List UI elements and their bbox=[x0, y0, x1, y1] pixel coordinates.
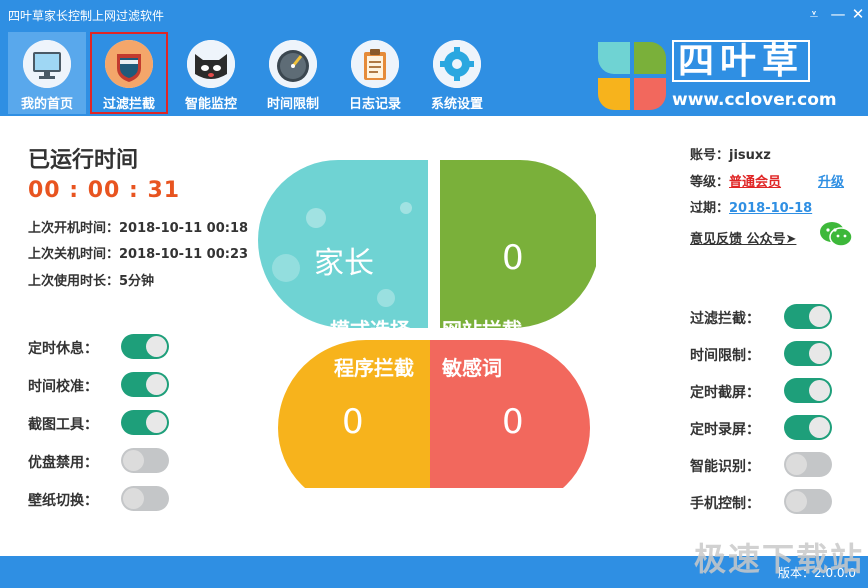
shield-icon bbox=[105, 40, 153, 88]
switch-label: 时间限制： bbox=[690, 348, 760, 364]
last-usage-duration: 上次使用时长：5分钟 bbox=[28, 274, 155, 289]
minimize-to-tray-icon[interactable]: ⩡ bbox=[802, 4, 826, 24]
brand-logo: 四叶草 www.cclover.com bbox=[596, 36, 864, 112]
switch-label: 优盘禁用： bbox=[28, 455, 98, 471]
site-block-count: 0 bbox=[502, 238, 524, 278]
timed-rest-toggle[interactable] bbox=[121, 334, 169, 359]
nav-settings[interactable]: 系统设置 bbox=[418, 32, 496, 114]
switch-label: 过滤拦截： bbox=[690, 311, 760, 327]
sensitive-words-label[interactable]: 敏感词 bbox=[442, 352, 502, 381]
switch-row-filter: 过滤拦截： bbox=[690, 304, 840, 330]
timed-recording-toggle[interactable] bbox=[784, 415, 832, 440]
screenshot-tool-toggle[interactable] bbox=[121, 410, 169, 435]
clover-dashboard: 家长 0 0 0 模式选择 网站拦截 程序拦截 敏感词 bbox=[256, 148, 596, 488]
logo-url: www.cclover.com bbox=[672, 90, 837, 110]
top-header: 四叶草家长控制上网过滤软件 ⩡ — ✕ 我的首页 过滤拦截 智能监控 时间限制 … bbox=[0, 0, 868, 116]
level-value[interactable]: 普通会员 bbox=[729, 175, 781, 190]
switch-label: 手机控制： bbox=[690, 496, 760, 512]
switch-row-timed-rest: 定时休息： bbox=[28, 334, 178, 360]
last-boot-time: 上次开机时间：2018-10-11 00:18 bbox=[28, 221, 249, 236]
phone-control-toggle[interactable] bbox=[784, 489, 832, 514]
nav-filter-label: 过滤拦截 bbox=[102, 97, 155, 112]
switch-row-timed-recording: 定时录屏： bbox=[690, 415, 840, 441]
switch-row-smart-recognition: 智能识别： bbox=[690, 452, 840, 478]
switch-label: 定时录屏： bbox=[690, 422, 760, 438]
logo-text: 四叶草 bbox=[672, 40, 811, 82]
nav-filter[interactable]: 过滤拦截 bbox=[90, 32, 168, 114]
nav-log-label: 日志记录 bbox=[348, 97, 401, 112]
expire-value[interactable]: 2018-10-18 bbox=[729, 201, 812, 216]
watermark-text: 极速下载站 bbox=[694, 540, 865, 578]
level-label: 等级： bbox=[690, 175, 730, 190]
title-bar: 四叶草家长控制上网过滤软件 ⩡ — ✕ bbox=[0, 0, 868, 30]
switch-row-timed-screenshot: 定时截屏： bbox=[690, 378, 840, 404]
main-nav: 我的首页 过滤拦截 智能监控 时间限制 日志记录 系统设置 bbox=[8, 30, 508, 116]
switch-row-wallpaper: 壁纸切换： bbox=[28, 486, 178, 512]
feedback-link[interactable]: 意见反馈 公众号➤ bbox=[690, 228, 796, 247]
clover-petals bbox=[258, 160, 596, 488]
nav-monitor[interactable]: 智能监控 bbox=[172, 32, 250, 114]
switch-label: 定时截屏： bbox=[690, 385, 760, 401]
switch-row-phone-control: 手机控制： bbox=[690, 489, 840, 515]
program-block-label[interactable]: 程序拦截 bbox=[334, 352, 414, 381]
switch-row-usb-disable: 优盘禁用： bbox=[28, 448, 178, 474]
account-row: 账号：jisuxz bbox=[690, 144, 771, 163]
wallpaper-toggle[interactable] bbox=[121, 486, 169, 511]
timed-screenshot-toggle[interactable] bbox=[784, 378, 832, 403]
gear-icon bbox=[433, 40, 481, 88]
time-limit-toggle[interactable] bbox=[784, 341, 832, 366]
switch-row-time-sync: 时间校准： bbox=[28, 372, 178, 398]
switch-label: 截图工具： bbox=[28, 417, 98, 433]
nav-time-limit[interactable]: 时间限制 bbox=[254, 32, 332, 114]
switch-row-time-limit: 时间限制： bbox=[690, 341, 840, 367]
cat-face-icon bbox=[187, 40, 235, 88]
parent-mode-label: 家长 bbox=[314, 246, 374, 281]
sensitive-word-count: 0 bbox=[502, 402, 524, 442]
window-title: 四叶草家长控制上网过滤软件 bbox=[8, 9, 165, 23]
level-row: 等级：普通会员 bbox=[690, 171, 781, 190]
program-block-count: 0 bbox=[342, 402, 364, 442]
nav-home[interactable]: 我的首页 bbox=[8, 32, 86, 114]
account-value: jisuxz bbox=[729, 148, 771, 163]
switch-row-screenshot-tool: 截图工具： bbox=[28, 410, 178, 436]
close-button[interactable]: ✕ bbox=[846, 4, 868, 24]
clipboard-icon bbox=[351, 40, 399, 88]
runtime-value: 00 : 00 : 31 bbox=[28, 178, 181, 203]
time-sync-toggle[interactable] bbox=[121, 372, 169, 397]
app-window: 四叶草家长控制上网过滤软件 ⩡ — ✕ 我的首页 过滤拦截 智能监控 时间限制 … bbox=[0, 0, 868, 588]
nav-monitor-label: 智能监控 bbox=[184, 97, 237, 112]
last-shutdown-time: 上次关机时间：2018-10-11 00:23 bbox=[28, 247, 249, 262]
account-label: 账号： bbox=[690, 148, 730, 163]
nav-time-limit-label: 时间限制 bbox=[266, 97, 319, 112]
switch-label: 时间校准： bbox=[28, 379, 98, 395]
expire-row: 过期：2018-10-18 bbox=[690, 197, 812, 216]
gauge-icon bbox=[269, 40, 317, 88]
switch-label: 壁纸切换： bbox=[28, 493, 98, 509]
wechat-icon[interactable] bbox=[819, 220, 853, 248]
nav-home-label: 我的首页 bbox=[20, 97, 73, 112]
smart-recognition-toggle[interactable] bbox=[784, 452, 832, 477]
nav-log[interactable]: 日志记录 bbox=[336, 32, 414, 114]
filter-toggle[interactable] bbox=[784, 304, 832, 329]
nav-settings-label: 系统设置 bbox=[430, 97, 483, 112]
home-content: 已运行时间 00 : 00 : 31 上次开机时间：2018-10-11 00:… bbox=[0, 116, 868, 556]
mode-select-label[interactable]: 模式选择 bbox=[330, 314, 410, 343]
monitor-icon bbox=[23, 40, 71, 88]
switch-label: 智能识别： bbox=[690, 459, 760, 475]
expire-label: 过期： bbox=[690, 201, 730, 216]
usb-disable-toggle[interactable] bbox=[121, 448, 169, 473]
clover-logo-icon bbox=[598, 42, 666, 110]
runtime-label: 已运行时间 bbox=[28, 148, 139, 173]
site-block-label[interactable]: 网站拦截 bbox=[442, 314, 522, 343]
switch-label: 定时休息： bbox=[28, 341, 98, 357]
upgrade-link[interactable]: 升级 bbox=[818, 171, 844, 190]
